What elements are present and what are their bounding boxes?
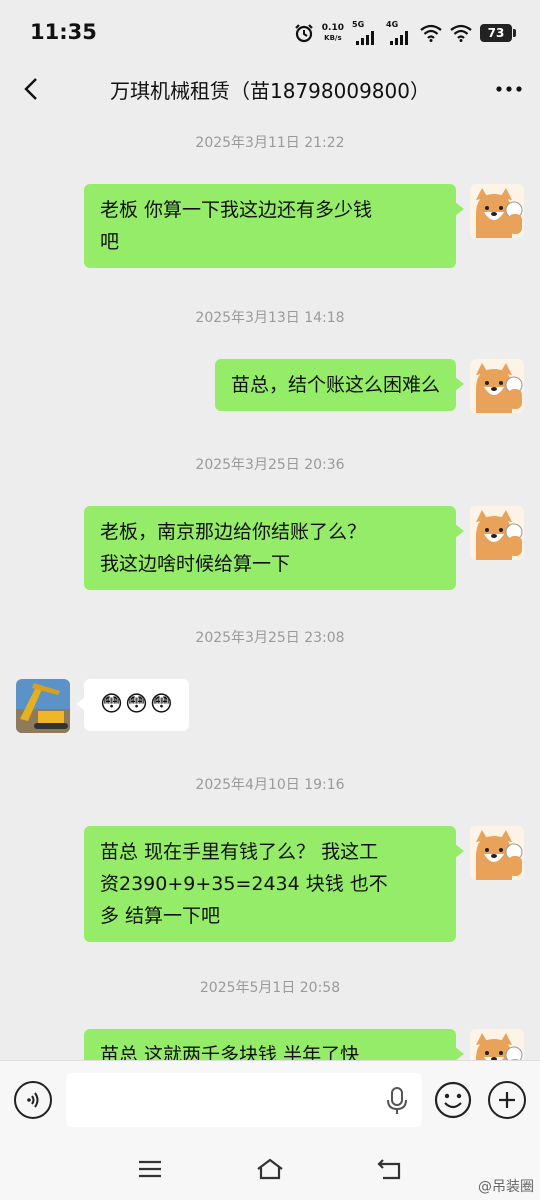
wifi-icon [450,24,472,42]
message-text-line: 吧 [100,231,120,253]
dog-avatar-icon [470,1029,524,1060]
message-text-line: 苗总，结个账这么困难么 [230,374,440,396]
net-speed-value: 0.10 [321,23,344,33]
battery-indicator: 73 [480,24,516,42]
more-dots-icon [496,86,522,92]
more-button[interactable] [492,72,526,106]
status-icons: 0.10 KB/s 5G 4G 73 [294,20,516,46]
message-bubble[interactable]: 老板 你算一下我这边还有多少钱 吧 [84,184,464,268]
flushed-emoji: 😳 [149,692,173,717]
message-timestamp: 2025年3月25日 20:36 [195,457,345,473]
back-icon [377,1159,401,1180]
watermark: @吊装圈 [478,1176,534,1196]
message-bubble[interactable]: 苗总 现在手里有钱了么？ 我这工 资2390+9+35=2434 块钱 也不 多… [84,826,464,942]
message-text-line: 苗总 现在手里有钱了么？ 我这工 [100,841,379,863]
message-bubble[interactable]: 老板，南京那边给你结账了么？ 我这边啥时候给算一下 [84,506,464,590]
more-actions-button[interactable] [488,1081,526,1119]
signal-5g: 5G [352,20,378,45]
voice-icon [27,1092,39,1108]
signal-bars-icon [356,31,374,45]
alarm-icon [295,24,313,43]
message-text-line: 我这边啥时候给算一下 [100,553,291,575]
avatar-self[interactable] [470,506,524,560]
chevron-left-icon [24,78,37,100]
message-bubble[interactable]: 😳 😳 😳 [76,679,189,731]
watermark-text: @吊装圈 [478,1179,534,1195]
menu-nav-button[interactable] [130,1154,170,1184]
avatar-self[interactable] [470,1029,524,1060]
message-timestamp: 2025年3月11日 21:22 [195,135,345,151]
net-label-5g: 5G [352,20,365,29]
net-speed: 0.10 KB/s [322,23,344,43]
message-timestamp: 2025年3月13日 14:18 [195,310,345,326]
net-label-4g: 4G [386,20,399,29]
avatar-contact[interactable] [16,679,70,733]
message-timestamp: 2025年5月1日 20:58 [199,980,341,996]
home-icon [257,1158,283,1180]
home-nav-button[interactable] [250,1154,290,1184]
status-time: 11:35 [30,20,97,44]
signal-bars-icon [390,31,408,45]
dog-avatar-icon [470,359,524,413]
avatar-self[interactable] [470,359,524,413]
microphone-icon[interactable] [386,1087,408,1115]
signal-4g: 4G [386,20,412,45]
back-button[interactable] [14,72,48,106]
message-text-line: 多 结算一下吧 [100,905,221,927]
net-speed-unit: KB/s [324,34,342,42]
message-timestamp: 2025年4月10日 19:16 [195,777,345,793]
emoji-row: 😳 😳 😳 [100,689,173,721]
avatar-self[interactable] [470,826,524,880]
chat-header: 万琪机械租赁（苗18798009800） [0,64,540,114]
excavator-avatar-icon [16,679,70,733]
flushed-emoji: 😳 [124,692,148,717]
message-text-line: 老板，南京那边给你结账了么？ [100,521,367,543]
menu-icon [139,1160,161,1178]
message-text-line: 苗总 这就两千多块钱 半年了快 [100,1044,360,1060]
wifi-icon [420,24,442,42]
dog-avatar-icon [470,826,524,880]
dog-avatar-icon [470,184,524,238]
message-bubble[interactable]: 苗总 这就两千多块钱 半年了快 [84,1029,464,1060]
chat-title: 万琪机械租赁（苗18798009800） [110,79,430,103]
dog-avatar-icon [470,506,524,560]
avatar-self[interactable] [470,184,524,238]
message-input[interactable] [66,1073,422,1127]
chat-area[interactable]: 2025年3月11日 21:22 老板 你算一下我这边还有多少钱 吧 2025年… [0,114,540,1060]
plus-icon [499,1092,515,1108]
voice-button[interactable] [14,1081,52,1119]
input-bar [0,1060,540,1140]
message-text-line: 老板 你算一下我这边还有多少钱 [100,199,373,221]
message-timestamp: 2025年3月25日 23:08 [195,630,345,646]
message-bubble[interactable]: 苗总，结个账这么困难么 [214,359,465,411]
back-nav-button[interactable] [370,1154,410,1184]
status-bar: 11:35 0.10 KB/s 5G 4G 73 [0,0,540,64]
system-nav-bar: @吊装圈 [0,1140,540,1200]
flushed-emoji: 😳 [100,692,123,717]
emoji-smile-icon[interactable] [434,1081,472,1119]
message-text-line: 资2390+9+35=2434 块钱 也不 [100,873,388,895]
